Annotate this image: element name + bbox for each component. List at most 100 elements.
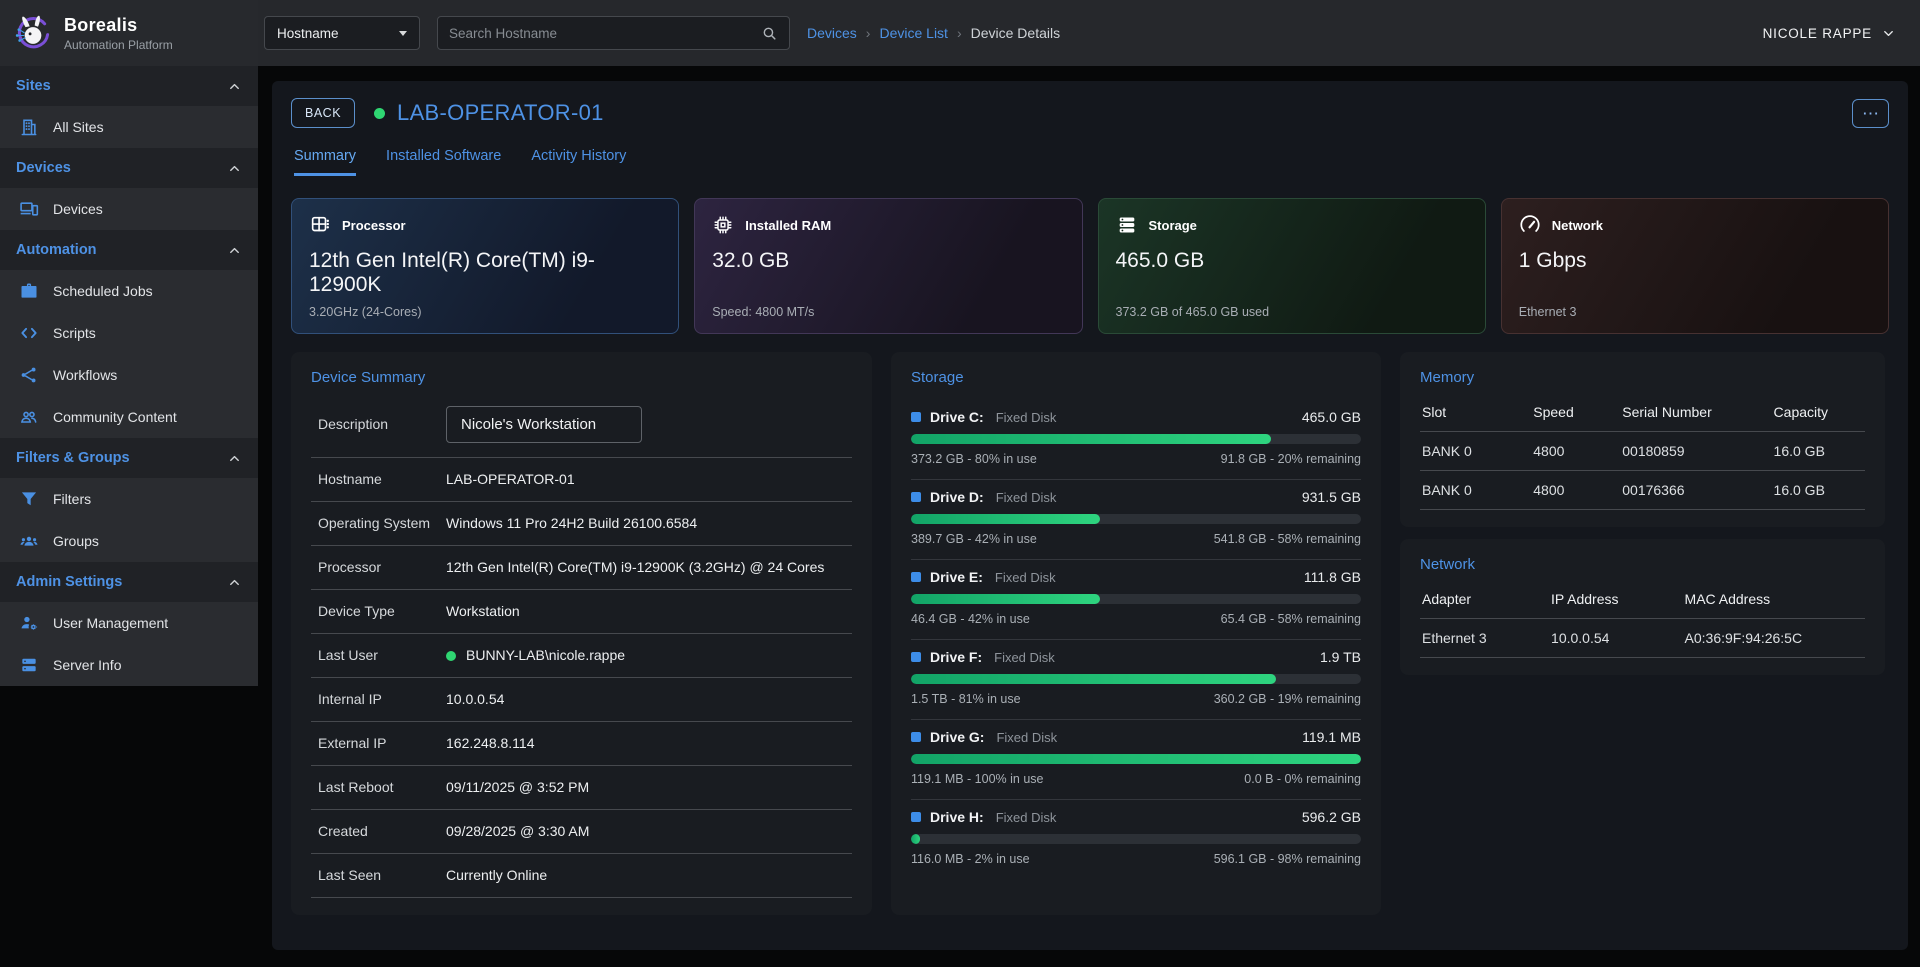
tab-activity-history[interactable]: Activity History — [531, 148, 626, 176]
sidebar-item-label: Scheduled Jobs — [53, 283, 153, 299]
drive-icon — [911, 412, 921, 422]
table-row: BANK 0 4800 00176366 16.0 GB — [1420, 471, 1865, 510]
drive-used-text: 389.7 GB - 42% in use — [911, 532, 1037, 546]
card-subtitle: 3.20GHz (24-Cores) — [309, 305, 661, 319]
network-table: Adapter IP Address MAC Address Ethernet … — [1420, 587, 1865, 658]
processor-card: Processor 12th Gen Intel(R) Core(TM) i9-… — [291, 198, 679, 334]
summary-row-last-reboot: Last Reboot 09/11/2025 @ 3:52 PM — [311, 766, 852, 810]
breadcrumb: Devices Device List Device Details — [807, 25, 1060, 41]
summary-row-description: Description — [311, 400, 852, 458]
tab-summary[interactable]: Summary — [294, 148, 356, 176]
drive-row-f: Drive F: Fixed Disk 1.9 TB 1.5 TB - 81% … — [911, 639, 1361, 719]
sidebar-item-scheduled-jobs[interactable]: Scheduled Jobs — [0, 270, 258, 312]
device-name-title: LAB-OPERATOR-01 — [397, 100, 604, 126]
section-label: Filters & Groups — [16, 450, 130, 466]
breadcrumb-device-list[interactable]: Device List — [879, 25, 947, 41]
drive-remaining-text: 65.4 GB - 58% remaining — [1221, 612, 1361, 626]
panel-title: Storage — [911, 369, 1361, 386]
sidebar-section-filters-groups[interactable]: Filters & Groups — [0, 438, 258, 478]
sidebar-section-admin-settings[interactable]: Admin Settings — [0, 562, 258, 602]
memory-panel: Memory Slot Speed Serial Number Capacity — [1400, 352, 1885, 527]
card-title: Processor — [342, 218, 406, 233]
building-icon — [19, 117, 39, 137]
table-row: Ethernet 3 10.0.0.54 A0:36:9F:94:26:5C — [1420, 619, 1865, 658]
column-header: Adapter — [1420, 587, 1549, 619]
installed-ram-card: Installed RAM 32.0 GB Speed: 4800 MT/s — [694, 198, 1082, 334]
storage-stack-icon — [1116, 214, 1138, 236]
drive-row-g: Drive G: Fixed Disk 119.1 MB 119.1 MB - … — [911, 719, 1361, 799]
content: BACK LAB-OPERATOR-01 ⋯ Summary Installed… — [258, 66, 1920, 967]
brand[interactable]: Borealis Automation Platform — [0, 0, 258, 66]
section-label: Sites — [16, 78, 51, 94]
card-subtitle: Ethernet 3 — [1519, 305, 1871, 319]
sidebar-item-community-content[interactable]: Community Content — [0, 396, 258, 438]
device-details-panel: BACK LAB-OPERATOR-01 ⋯ Summary Installed… — [272, 81, 1908, 950]
caret-down-icon — [399, 31, 407, 36]
drive-usage-bar — [911, 674, 1361, 684]
app-root: Borealis Automation Platform Sites All S… — [0, 0, 1920, 967]
sidebar-section-devices[interactable]: Devices — [0, 148, 258, 188]
stat-cards: Processor 12th Gen Intel(R) Core(TM) i9-… — [291, 198, 1889, 334]
summary-row-processor: Processor 12th Gen Intel(R) Core(TM) i9-… — [311, 546, 852, 590]
sidebar-item-all-sites[interactable]: All Sites — [0, 106, 258, 148]
column-header: Speed — [1531, 400, 1620, 432]
cpu-icon — [309, 214, 331, 236]
sidebar-item-filters[interactable]: Filters — [0, 478, 258, 520]
summary-row-last-seen: Last Seen Currently Online — [311, 854, 852, 898]
sidebar-item-workflows[interactable]: Workflows — [0, 354, 258, 396]
panel-title: Device Summary — [311, 369, 852, 386]
sidebar-item-label: Scripts — [53, 325, 96, 341]
sidebar-item-scripts[interactable]: Scripts — [0, 312, 258, 354]
drive-remaining-text: 541.8 GB - 58% remaining — [1214, 532, 1361, 546]
drive-icon — [911, 812, 921, 822]
storage-panel: Storage Drive C: Fixed Disk 465.0 GB 373… — [891, 352, 1381, 915]
drive-icon — [911, 732, 921, 742]
rabbit-logo-icon — [13, 13, 53, 53]
drive-icon — [911, 572, 921, 582]
summary-row-last-user: Last User BUNNY-LAB\nicole.rappe — [311, 634, 852, 678]
breadcrumb-separator — [957, 25, 962, 41]
sidebar-item-devices[interactable]: Devices — [0, 188, 258, 230]
column-header: IP Address — [1549, 587, 1683, 619]
breadcrumb-devices[interactable]: Devices — [807, 25, 857, 41]
drive-used-text: 119.1 MB - 100% in use — [911, 772, 1043, 786]
sidebar-section-sites[interactable]: Sites — [0, 66, 258, 106]
search-input[interactable] — [449, 26, 761, 41]
column-header: Serial Number — [1620, 400, 1771, 432]
sidebar-item-label: Groups — [53, 533, 99, 549]
drive-row-c: Drive C: Fixed Disk 465.0 GB 373.2 GB - … — [911, 400, 1361, 479]
back-button[interactable]: BACK — [291, 98, 355, 128]
sidebar-item-label: Devices — [53, 201, 103, 217]
tab-installed-software[interactable]: Installed Software — [386, 148, 501, 176]
server-icon — [19, 655, 39, 675]
drive-usage-bar — [911, 594, 1361, 604]
brand-subtitle: Automation Platform — [64, 38, 173, 52]
device-tabs: Summary Installed Software Activity Hist… — [291, 148, 1889, 176]
people-icon — [19, 407, 39, 427]
more-actions-button[interactable]: ⋯ — [1852, 99, 1889, 128]
sidebar: Borealis Automation Platform Sites All S… — [0, 0, 258, 967]
drive-used-text: 373.2 GB - 80% in use — [911, 452, 1037, 466]
summary-row-hostname: Hostname LAB-OPERATOR-01 — [311, 458, 852, 502]
summary-row-device-type: Device Type Workstation — [311, 590, 852, 634]
main-area: Hostname Devices Device List Device Deta… — [258, 0, 1920, 967]
summary-row-operating-system: Operating System Windows 11 Pro 24H2 Bui… — [311, 502, 852, 546]
card-value: 32.0 GB — [712, 249, 1064, 273]
sidebar-section-automation[interactable]: Automation — [0, 230, 258, 270]
sidebar-item-user-management[interactable]: User Management — [0, 602, 258, 644]
description-input[interactable] — [446, 406, 642, 443]
summary-row-external-ip: External IP 162.248.8.114 — [311, 722, 852, 766]
device-header: BACK LAB-OPERATOR-01 ⋯ — [291, 98, 1889, 128]
topbar: Hostname Devices Device List Device Deta… — [258, 0, 1920, 66]
sidebar-item-label: Server Info — [53, 657, 121, 673]
drive-remaining-text: 596.1 GB - 98% remaining — [1214, 852, 1361, 866]
sidebar-item-groups[interactable]: Groups — [0, 520, 258, 562]
drive-row-e: Drive E: Fixed Disk 111.8 GB 46.4 GB - 4… — [911, 559, 1361, 639]
hostname-filter-select[interactable]: Hostname — [264, 16, 420, 50]
user-menu[interactable]: NICOLE RAPPE — [1763, 26, 1896, 41]
sidebar-item-label: Community Content — [53, 409, 177, 425]
section-label: Automation — [16, 242, 97, 258]
sidebar-item-server-info[interactable]: Server Info — [0, 644, 258, 686]
detail-columns: Device Summary Description Hostname LAB-… — [291, 352, 1889, 915]
card-title: Network — [1552, 218, 1603, 233]
